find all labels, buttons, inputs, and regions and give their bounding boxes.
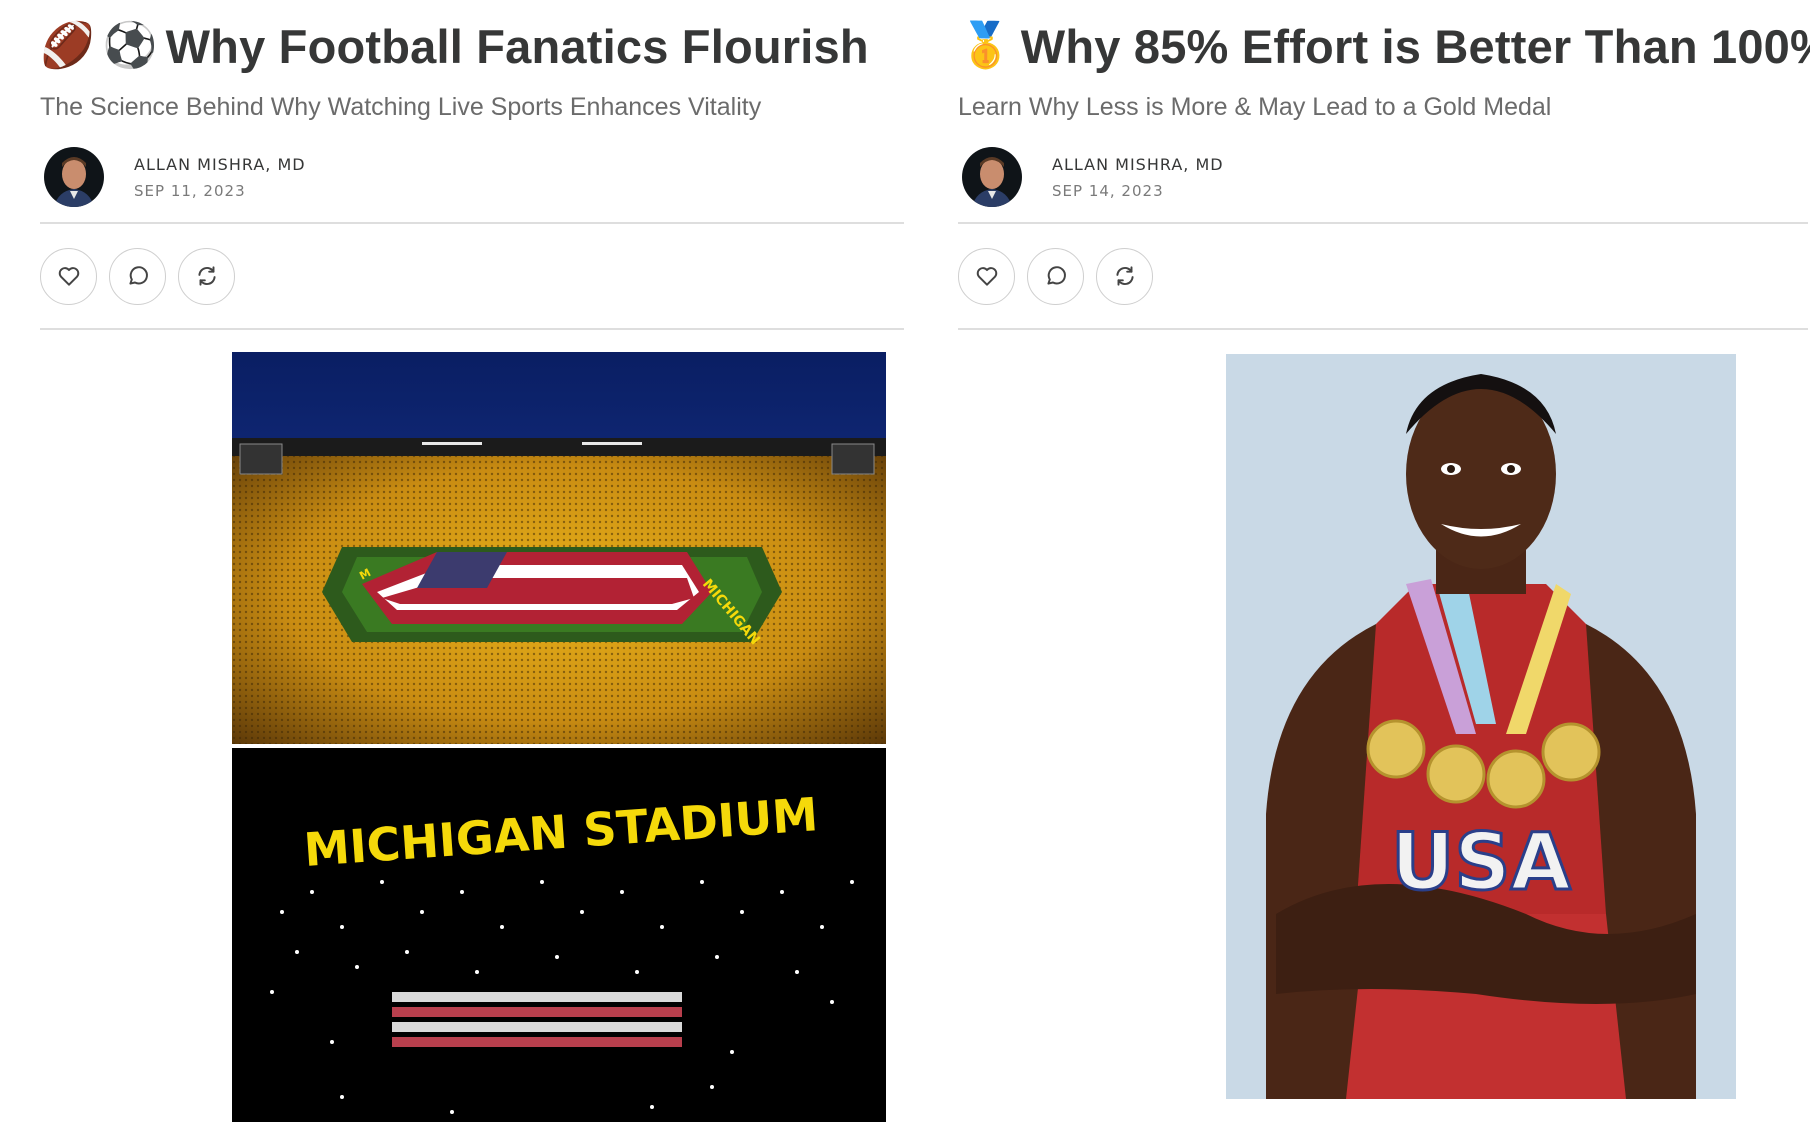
soccer-ball-emoji: ⚽: [102, 20, 158, 71]
restack-button[interactable]: [178, 247, 235, 305]
athlete-image[interactable]: USA: [1226, 354, 1736, 1099]
football-emoji: 🏈: [40, 20, 95, 71]
author-avatar[interactable]: [962, 147, 1022, 207]
comment-icon: [1046, 266, 1066, 285]
author-name[interactable]: ALLAN MISHRA, MD: [134, 151, 306, 179]
comment-button[interactable]: [109, 247, 166, 305]
restack-icon: [197, 266, 216, 286]
post-card: 🥇 Why 85% Effort is Better Than 100% Lea…: [958, 0, 1810, 330]
byline: ALLAN MISHRA, MD SEP 14, 2023: [958, 132, 1808, 222]
heart-icon: [976, 267, 997, 286]
jersey-text: USA: [1391, 818, 1571, 908]
heart-icon: [58, 267, 79, 286]
restack-button[interactable]: [1096, 247, 1153, 305]
post-date: SEP 14, 2023: [1052, 182, 1164, 200]
divider: [40, 328, 904, 330]
action-bar: [958, 224, 1808, 328]
like-button[interactable]: [40, 247, 97, 305]
american-flag: [362, 552, 712, 624]
like-button[interactable]: [958, 247, 1015, 305]
divider: [958, 328, 1808, 330]
author-name[interactable]: ALLAN MISHRA, MD: [1052, 151, 1224, 179]
post-subtitle: The Science Behind Why Watching Live Spo…: [40, 93, 762, 121]
post-date: SEP 11, 2023: [134, 182, 246, 200]
author-avatar[interactable]: [44, 147, 104, 207]
byline: ALLAN MISHRA, MD SEP 11, 2023: [40, 132, 904, 222]
comment-icon: [128, 266, 148, 285]
post-title-row[interactable]: 🥇 Why 85% Effort is Better Than 100%: [958, 0, 1810, 92]
post-title[interactable]: Why Football Fanatics Flourish: [166, 19, 869, 74]
stadium-image[interactable]: M MICHIGAN MICHIGAN STADIUM: [232, 352, 886, 1122]
post-subtitle: Learn Why Less is More & May Lead to a G…: [958, 93, 1552, 121]
medal-emoji: 🥇: [958, 20, 1013, 71]
post-title-row[interactable]: 🏈 ⚽ Why Football Fanatics Flourish: [40, 0, 904, 92]
post-card: 🏈 ⚽ Why Football Fanatics Flourish The S…: [40, 0, 904, 330]
post-title[interactable]: Why 85% Effort is Better Than 100%: [1021, 19, 1810, 74]
restack-icon: [1115, 266, 1134, 286]
comment-button[interactable]: [1027, 247, 1084, 305]
action-bar: [40, 224, 904, 328]
